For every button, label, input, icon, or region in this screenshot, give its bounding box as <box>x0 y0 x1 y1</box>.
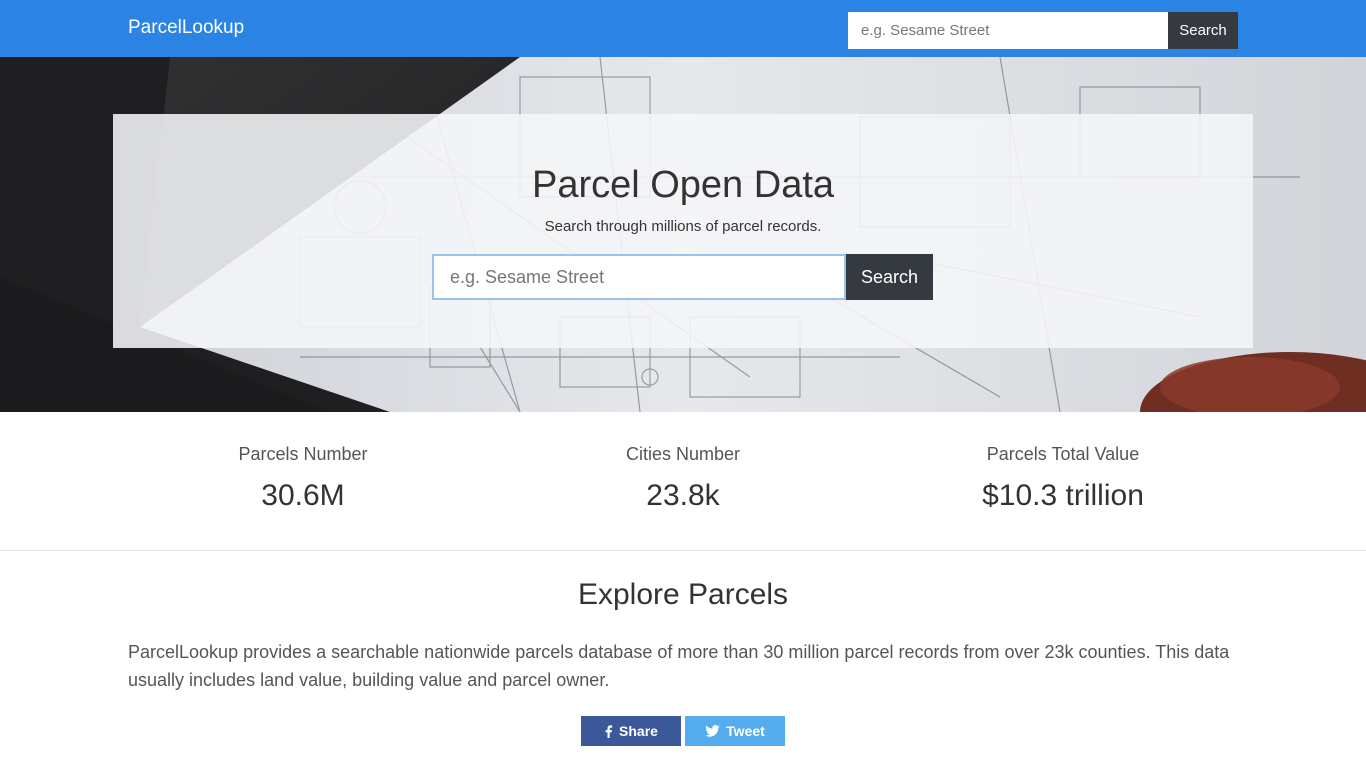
stat-parcels-total-value: Parcels Total Value $10.3 trillion <box>873 444 1253 513</box>
twitter-icon <box>705 725 720 737</box>
stat-label: Cities Number <box>625 444 741 464</box>
stat-label: Parcels Total Value <box>986 444 1140 464</box>
explore-description: ParcelLookup provides a searchable natio… <box>128 642 1230 690</box>
twitter-tweet-button[interactable]: Tweet <box>685 716 785 746</box>
stat-parcels-number: Parcels Number 30.6M <box>113 444 493 513</box>
nav-search-input[interactable] <box>848 12 1168 49</box>
hero-subtitle: Search through millions of parcel record… <box>544 218 822 235</box>
stat-value: 23.8k <box>646 479 720 512</box>
hero-search-button[interactable]: Search <box>846 254 933 300</box>
nav-search-button[interactable]: Search <box>1168 12 1238 49</box>
brand-logo[interactable]: ParcelLookup <box>128 17 244 39</box>
hero-title: Parcel Open Data <box>531 164 835 206</box>
hero-search-panel: Parcel Open Data Search through millions… <box>113 114 1253 348</box>
stat-label: Parcels Number <box>238 444 368 464</box>
facebook-icon <box>605 724 613 738</box>
hero-search-input[interactable] <box>432 254 846 300</box>
twitter-tweet-label: Tweet <box>726 723 765 739</box>
hero-section: Parcel Open Data Search through millions… <box>0 57 1366 412</box>
stat-value: 30.6M <box>261 479 345 512</box>
facebook-share-label: Share <box>619 723 658 739</box>
facebook-share-button[interactable]: Share <box>581 716 681 746</box>
explore-title: Explore Parcels <box>577 578 789 611</box>
navbar: ParcelLookup Search <box>0 0 1366 57</box>
stats-section: Parcels Number 30.6M Cities Number 23.8k… <box>0 412 1366 551</box>
stat-cities-number: Cities Number 23.8k <box>493 444 873 513</box>
stat-value: $10.3 trillion <box>982 479 1144 512</box>
